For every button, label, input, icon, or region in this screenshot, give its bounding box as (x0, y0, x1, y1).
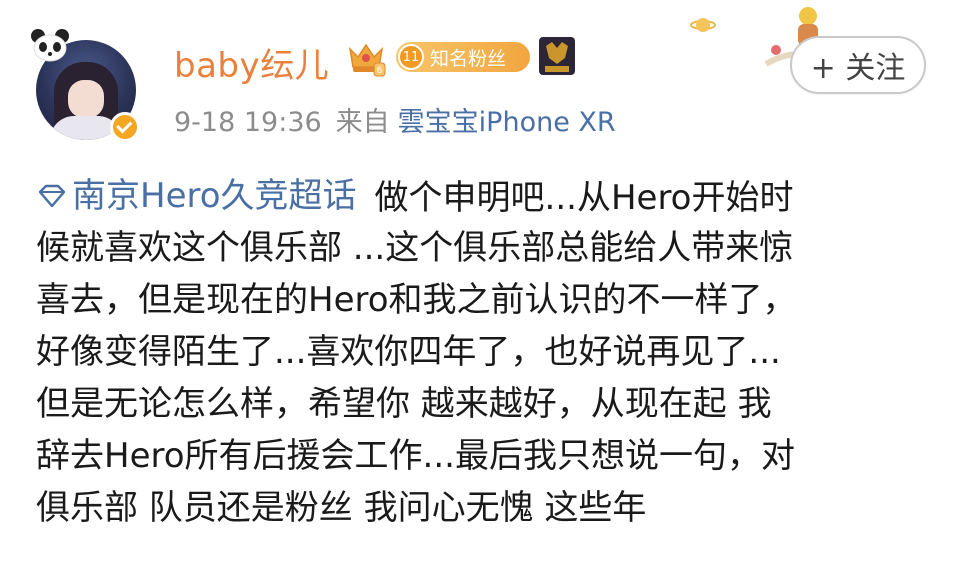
avatar-container[interactable] (31, 29, 140, 142)
fan-level-label: 知名粉丝 (430, 47, 507, 70)
fan-level-number: 11 (398, 44, 424, 70)
topic-label: 南京Hero久竞超话 (72, 176, 357, 216)
crown-level-icon[interactable]: 6 (346, 41, 386, 77)
username[interactable]: baby纭儿 (174, 38, 329, 87)
verified-icon (110, 112, 140, 142)
avatar-face (68, 80, 104, 118)
source-prefix: 来自 (335, 107, 390, 138)
planet-sticker-icon (690, 18, 716, 32)
post-source[interactable]: 雲宝宝iPhone XR (398, 107, 616, 138)
panda-icon (31, 29, 69, 62)
post-line: 好像变得陌生了...喜欢你四年了，也好说再见了... (36, 332, 781, 372)
topic-link[interactable]: 南京Hero久竞超话 (36, 170, 357, 222)
fan-level-badge[interactable]: 11 知名粉丝 (396, 42, 530, 72)
post-line: 俱乐部 队员还是粉丝 我问心无愧 这些年 (36, 488, 647, 528)
post-line: 但是无论怎么样，希望你 越来越好，从现在起 我 (36, 384, 772, 424)
post-line: 南京Hero久竞超话 做个申明吧...从Hero开始时 (36, 170, 936, 222)
diamond-topic-icon (38, 184, 66, 208)
post-line: 喜去，但是现在的Hero和我之前认识的不一样了， (36, 280, 797, 320)
post-line-text: 做个申明吧...从Hero开始时 (374, 178, 794, 218)
post-content: 南京Hero久竞超话 做个申明吧...从Hero开始时 候就喜欢这个俱乐部 ..… (36, 170, 936, 534)
post-meta: 9-18 19:36 来自 雲宝宝iPhone XR (174, 100, 616, 139)
svg-text:6: 6 (377, 66, 383, 76)
post-line: 候就喜欢这个俱乐部 ...这个俱乐部总能给人带来惊 (36, 228, 794, 268)
hero-team-logo-icon[interactable] (538, 36, 576, 76)
post-time: 9-18 19:36 (174, 107, 322, 138)
follow-button[interactable]: + 关注 (790, 36, 926, 94)
post-line: 辞去Hero所有后援会工作...最后我只想说一句，对 (36, 436, 795, 476)
